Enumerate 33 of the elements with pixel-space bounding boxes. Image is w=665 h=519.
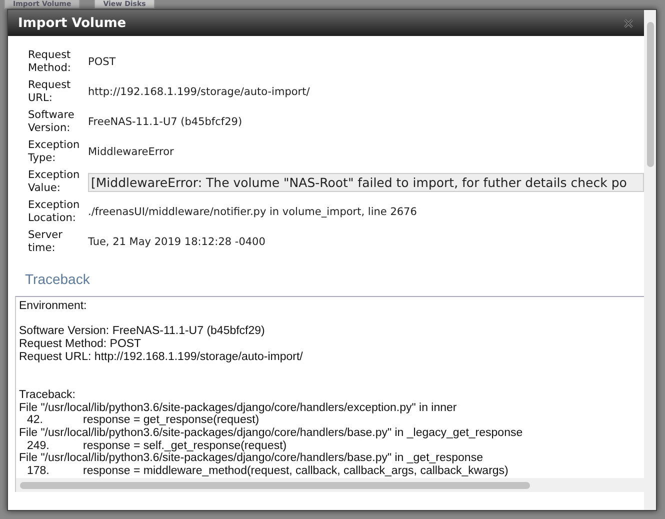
traceback-line: Request URL: http://192.168.1.199/storage/auto-import/ bbox=[19, 350, 304, 364]
detail-label: Request Method: bbox=[28, 49, 72, 75]
line-number: 178. bbox=[26, 464, 50, 478]
detail-value: POST bbox=[88, 56, 117, 68]
detail-value: http://192.168.1.199/storage/auto-import/ bbox=[88, 86, 311, 98]
detail-value: Tue, 21 May 2019 18:12:28 -0400 bbox=[88, 236, 266, 248]
code-line: response = self._get_response(request) bbox=[83, 440, 287, 452]
detail-label: Exception Type: bbox=[28, 139, 81, 165]
detail-value: ./freenasUI/middleware/notifier.py in volume_import, line 2676 bbox=[88, 206, 418, 218]
traceback-line: File "/usr/local/lib/python3.6/site-packages/django/core/handlers/base.py" in _get_response bbox=[19, 452, 484, 465]
line-number: 249. bbox=[26, 440, 50, 452]
traceback-heading: Traceback bbox=[25, 271, 91, 287]
traceback-line: Software Version: FreeNAS-11.1-U7 (b45bfcf29) bbox=[19, 325, 266, 338]
detail-label: Server time: bbox=[28, 229, 64, 255]
traceback-line: Traceback: bbox=[19, 388, 76, 402]
detail-label: Software Version: bbox=[28, 109, 76, 135]
line-number: 42. bbox=[26, 414, 44, 427]
detail-label: Exception Value: bbox=[28, 169, 81, 195]
traceback-line: File "/usr/local/lib/python3.6/site-packages/django/core/handlers/base.py" in _legacy_get_response bbox=[19, 426, 524, 440]
traceback-line: File "/usr/local/lib/python3.6/site-packages/django/core/handlers/exception.py" in inner bbox=[19, 402, 458, 414]
code-line: response = middleware_method(request, callback, callback_args, callback_kwargs) bbox=[83, 464, 508, 477]
detail-label: Request URL: bbox=[28, 79, 72, 105]
code-line: response = get_response(request) bbox=[83, 414, 260, 426]
detail-value: MiddlewareError bbox=[88, 146, 175, 158]
dialog-title: Import Volume bbox=[18, 16, 126, 30]
horizontal-scrollbar[interactable] bbox=[16, 478, 644, 492]
detail-value: FreeNAS-11.1-U7 (b45bfcf29) bbox=[88, 116, 244, 128]
detail-label: Exception Location: bbox=[28, 199, 81, 225]
close-icon[interactable] bbox=[623, 18, 634, 28]
exception-value-field: [MiddlewareError: The volume "NAS-Root" failed to import, for futher details check po bbox=[88, 172, 644, 192]
traceback-line: Request Method: POST bbox=[19, 338, 142, 351]
vertical-scrollbar[interactable] bbox=[644, 10, 656, 510]
traceback-line: Environment: bbox=[19, 300, 88, 313]
